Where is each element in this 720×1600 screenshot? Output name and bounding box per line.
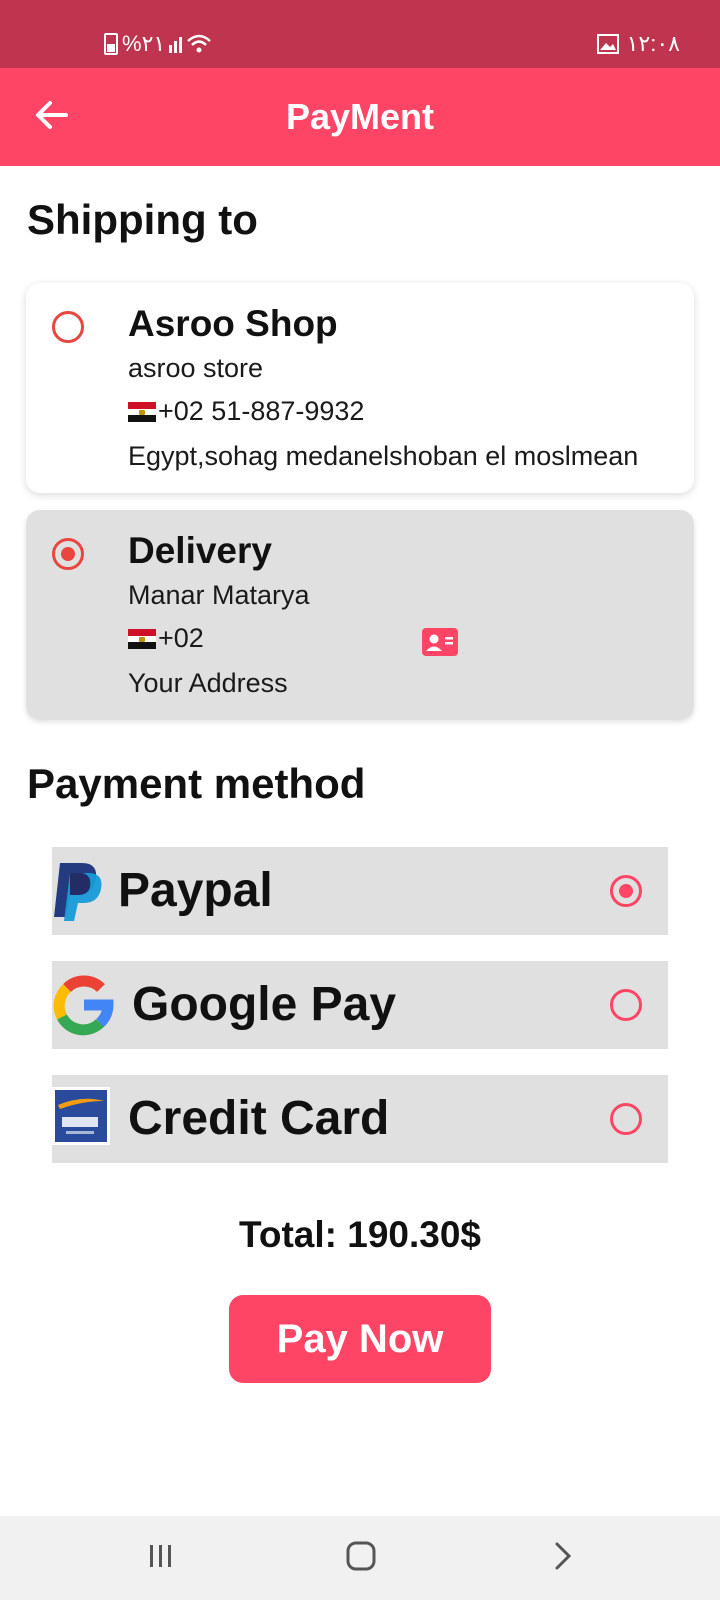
home-button[interactable] bbox=[341, 1538, 381, 1578]
back-button[interactable] bbox=[28, 94, 74, 140]
chevron-right-icon bbox=[551, 1540, 575, 1577]
order-total: Total: 190.30$ bbox=[239, 1214, 481, 1255]
contact-card-icon[interactable] bbox=[422, 628, 458, 656]
app-bar: PayMent bbox=[0, 68, 720, 166]
payment-option-paypal[interactable]: Paypal bbox=[52, 847, 668, 935]
system-nav-bar bbox=[0, 1516, 720, 1600]
page-title: PayMent bbox=[285, 96, 435, 137]
battery-percent: %٢١ bbox=[122, 31, 166, 56]
paypal-logo-icon bbox=[52, 859, 116, 923]
address-phone: +02 51-887-9932 bbox=[158, 396, 365, 426]
egypt-flag-icon bbox=[128, 629, 156, 649]
payment-label: Credit Card bbox=[128, 1092, 390, 1145]
payment-option-google-pay[interactable]: Google Pay bbox=[52, 961, 668, 1049]
status-left: %٢١ bbox=[104, 30, 212, 58]
payment-label: Google Pay bbox=[132, 978, 397, 1031]
address-radio-selected[interactable] bbox=[52, 538, 84, 570]
payment-method-title: Payment method bbox=[27, 760, 366, 807]
recent-apps-button[interactable] bbox=[141, 1538, 181, 1578]
back-nav-button[interactable] bbox=[543, 1538, 583, 1578]
status-right: ١٢:٠٨ bbox=[596, 30, 680, 58]
address-subtitle: asroo store bbox=[128, 353, 264, 383]
gallery-icon bbox=[596, 34, 619, 54]
address-text: Egypt,sohag medanelshoban el moslmean bbox=[128, 441, 639, 471]
arrow-left-icon bbox=[34, 100, 68, 135]
home-icon bbox=[345, 1540, 377, 1577]
address-subtitle: Manar Matarya bbox=[128, 580, 310, 610]
payment-radio-selected[interactable] bbox=[610, 875, 642, 907]
wifi-icon bbox=[186, 33, 212, 55]
address-name: Delivery bbox=[128, 530, 272, 571]
address-card-delivery[interactable]: Delivery Manar Matarya +02 Your Address bbox=[26, 510, 694, 720]
signal-icon bbox=[169, 35, 183, 53]
payment-option-credit-card[interactable]: Credit Card bbox=[52, 1075, 668, 1163]
address-phone-line: +02 51-887-9932 bbox=[128, 396, 364, 427]
payment-label: Paypal bbox=[118, 864, 273, 917]
address-radio[interactable] bbox=[52, 311, 84, 343]
payment-radio[interactable] bbox=[610, 989, 642, 1021]
address-card-asroo-shop[interactable]: Asroo Shop asroo store +02 51-887-9932 E… bbox=[26, 283, 694, 493]
credit-card-logo-icon bbox=[52, 1087, 116, 1151]
google-logo-icon bbox=[52, 973, 116, 1037]
battery-icon bbox=[104, 33, 118, 55]
address-phone: +02 bbox=[158, 623, 204, 653]
address-phone-line: +02 bbox=[128, 623, 204, 654]
status-bar: %٢١ ١٢:٠٨ bbox=[0, 0, 720, 68]
payment-radio[interactable] bbox=[610, 1103, 642, 1135]
status-time: ١٢:٠٨ bbox=[626, 31, 680, 56]
address-text: Your Address bbox=[128, 668, 288, 698]
shipping-title: Shipping to bbox=[27, 196, 258, 243]
address-name: Asroo Shop bbox=[128, 303, 338, 344]
recent-apps-icon bbox=[146, 1541, 176, 1576]
pay-now-button[interactable]: Pay Now bbox=[229, 1295, 491, 1383]
egypt-flag-icon bbox=[128, 402, 156, 422]
